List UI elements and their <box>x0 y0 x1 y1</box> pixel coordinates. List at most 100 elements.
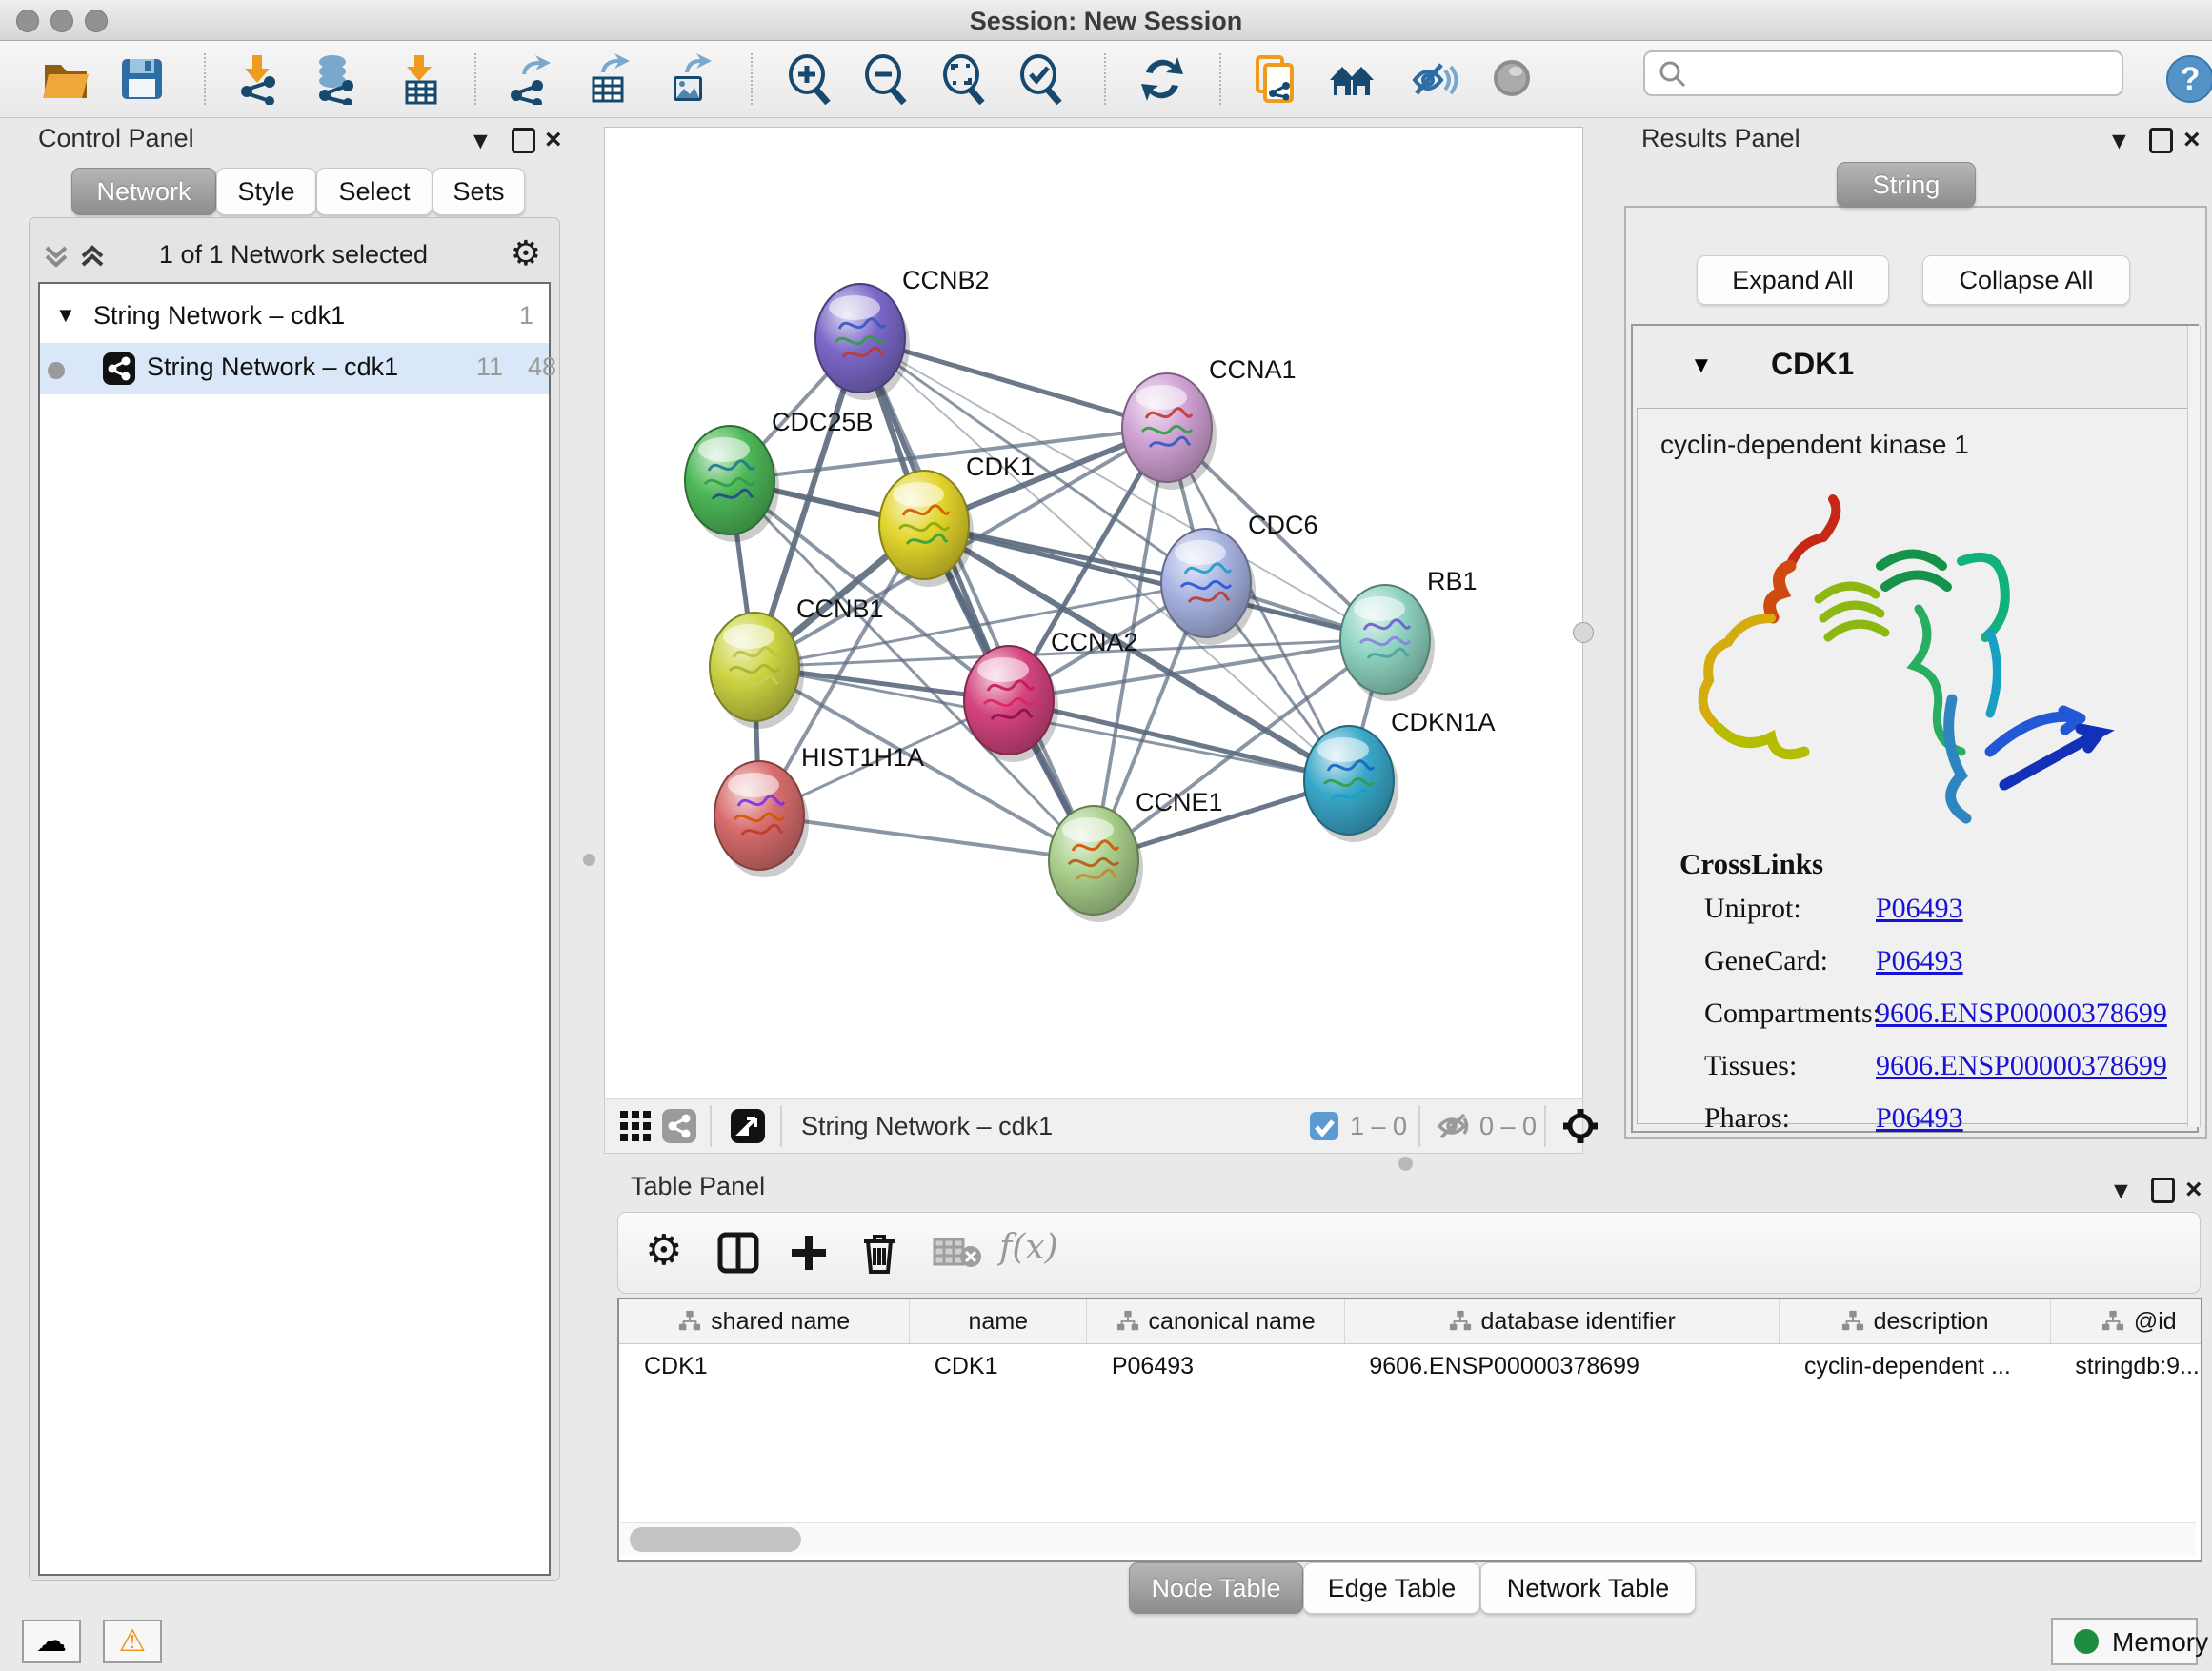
export-table-icon[interactable] <box>584 53 635 105</box>
results-scrollbar[interactable] <box>2187 326 2201 1127</box>
collapse-all-button[interactable]: Collapse All <box>1922 255 2130 305</box>
network-node[interactable]: CCNB2 <box>815 266 990 400</box>
node-label: CCNB2 <box>902 266 990 294</box>
zoom-selected-icon[interactable] <box>1016 53 1067 105</box>
export-image-icon[interactable] <box>664 53 715 105</box>
table-cell[interactable]: 9606.ENSP00000378699 <box>1344 1344 1780 1389</box>
warnings-button[interactable]: ⚠ <box>103 1620 162 1663</box>
protein-detail-box: cyclin-dependent kinase 1 CrossLinks Uni… <box>1637 408 2189 1124</box>
fit-selected-crosshair-icon[interactable] <box>1561 1107 1599 1150</box>
splitter-handle-bottom[interactable] <box>1398 1157 1413 1171</box>
node-label: RB1 <box>1427 567 1478 595</box>
zoom-in-icon[interactable] <box>784 53 835 105</box>
network-graph[interactable]: CCNB2CCNA1CDC25BCDK1CDC6RB1CCNB1CCNA2CDK… <box>605 128 1580 1097</box>
tab-select[interactable]: Select <box>316 168 432 215</box>
table-cell[interactable]: CDK1 <box>910 1344 1087 1389</box>
table-cell[interactable]: stringdb:9... <box>2050 1344 2202 1389</box>
column-header[interactable]: @id <box>2050 1299 2202 1344</box>
results-panel-maximize-icon[interactable] <box>2149 128 2173 153</box>
crosslink-link[interactable]: P06493 <box>1876 893 1963 925</box>
network-view-share-icon[interactable] <box>662 1109 696 1148</box>
protein-name: CDK1 <box>1771 347 1854 382</box>
table-cell[interactable]: CDK1 <box>619 1344 910 1389</box>
network-node[interactable]: CCNE1 <box>1049 788 1223 922</box>
apply-layout-icon[interactable] <box>1136 53 1188 105</box>
crosslink-link[interactable]: P06493 <box>1876 1102 1963 1135</box>
network-node[interactable]: HIST1H1A <box>714 743 924 877</box>
column-header[interactable]: name <box>910 1299 1087 1344</box>
add-column-icon[interactable] <box>788 1232 830 1278</box>
clone-network-icon[interactable] <box>1250 53 1301 105</box>
tab-string[interactable]: String <box>1837 162 1976 208</box>
tab-network-table[interactable]: Network Table <box>1480 1562 1696 1614</box>
control-panel-maximize-icon[interactable] <box>512 128 535 153</box>
column-header[interactable]: shared name <box>619 1299 910 1344</box>
node-label: CDKN1A <box>1391 708 1496 736</box>
birdseye-view-icon[interactable] <box>731 1109 765 1148</box>
open-session-icon[interactable] <box>40 53 91 105</box>
network-edge[interactable] <box>759 815 1094 860</box>
delete-column-icon[interactable] <box>858 1230 900 1280</box>
network-row[interactable]: String Network – cdk1 11 48 <box>40 343 549 394</box>
memory-button[interactable]: Memory <box>2051 1618 2198 1665</box>
table-settings-gear-icon[interactable]: ⚙ <box>645 1226 682 1275</box>
delete-table-icon <box>933 1236 982 1275</box>
tab-node-table[interactable]: Node Table <box>1129 1562 1303 1614</box>
results-panel-close-icon[interactable]: × <box>2183 124 2201 156</box>
network-node[interactable]: CDKN1A <box>1304 708 1496 842</box>
scrollbar-thumb[interactable] <box>630 1527 801 1552</box>
tab-network[interactable]: Network <box>71 168 216 215</box>
hidden-eye-icon[interactable] <box>1436 1111 1472 1146</box>
crosslink-link[interactable]: P06493 <box>1876 945 1963 977</box>
help-icon[interactable]: ? <box>2165 54 2212 109</box>
network-view-toolbar: String Network – cdk1 1 – 0 0 – 0 <box>604 1098 1583 1154</box>
column-header[interactable]: canonical name <box>1087 1299 1345 1344</box>
network-edge[interactable] <box>860 338 1094 860</box>
network-node[interactable]: RB1 <box>1340 567 1478 701</box>
control-panel-close-icon[interactable]: × <box>545 124 562 156</box>
table-panel-float-icon[interactable]: ▼ <box>2109 1178 2133 1205</box>
network-node[interactable]: CDC6 <box>1161 511 1318 645</box>
results-panel-float-icon[interactable]: ▼ <box>2107 128 2131 155</box>
expand-all-button[interactable]: Expand All <box>1697 255 1889 305</box>
cloud-status-button[interactable]: ☁ <box>22 1620 81 1663</box>
collection-expand-icon[interactable]: ▼ <box>55 303 76 328</box>
column-header[interactable]: database identifier <box>1344 1299 1780 1344</box>
tab-sets[interactable]: Sets <box>432 168 525 215</box>
zoom-fit-icon[interactable] <box>938 53 990 105</box>
table-horizontal-scrollbar[interactable] <box>620 1522 2196 1556</box>
crosslink-link[interactable]: 9606.ENSP00000378699 <box>1876 997 2167 1030</box>
selected-nodes-checkbox-icon[interactable] <box>1310 1112 1338 1145</box>
column-header[interactable]: description <box>1780 1299 2050 1344</box>
export-network-icon[interactable] <box>505 53 556 105</box>
import-network-file-icon[interactable] <box>233 53 285 105</box>
show-columns-icon[interactable] <box>717 1232 759 1278</box>
table-row[interactable]: CDK1CDK1P064939606.ENSP00000378699cyclin… <box>619 1344 2202 1389</box>
network-options-gear-icon[interactable]: ⚙ <box>511 234 541 273</box>
crosslink-label: Tissues: <box>1704 1050 1797 1082</box>
zoom-out-icon[interactable] <box>860 53 912 105</box>
control-panel-float-icon[interactable]: ▼ <box>469 128 493 155</box>
splitter-handle-left[interactable] <box>583 854 595 866</box>
table-cell[interactable]: cyclin-dependent ... <box>1780 1344 2050 1389</box>
search-input[interactable] <box>1643 50 2123 96</box>
network-collection-row[interactable]: ▼ String Network – cdk1 1 <box>40 292 549 343</box>
tab-edge-table[interactable]: Edge Table <box>1303 1562 1480 1614</box>
hide-glasses-icon[interactable] <box>1407 53 1458 105</box>
protein-collapse-icon[interactable]: ▼ <box>1690 352 1713 379</box>
grid-view-icon[interactable] <box>618 1109 653 1148</box>
app-window: Session: New Session <box>0 0 2212 1671</box>
network-canvas[interactable]: CCNB2CCNA1CDC25BCDK1CDC6RB1CCNB1CCNA2CDK… <box>604 127 1583 1100</box>
crosslink-link[interactable]: 9606.ENSP00000378699 <box>1876 1050 2167 1082</box>
tab-style[interactable]: Style <box>216 168 316 215</box>
table-panel-maximize-icon[interactable] <box>2151 1178 2175 1203</box>
panel-resize-handle[interactable] <box>1573 622 1594 643</box>
import-network-database-icon[interactable] <box>310 53 361 105</box>
node-label: CDC6 <box>1248 511 1318 539</box>
node-label: CDK1 <box>966 453 1035 481</box>
import-table-file-icon[interactable] <box>395 53 447 105</box>
save-session-icon[interactable] <box>116 53 168 105</box>
table-panel-close-icon[interactable]: × <box>2185 1174 2202 1206</box>
table-cell[interactable]: P06493 <box>1087 1344 1345 1389</box>
home-databases-icon[interactable] <box>1326 53 1377 105</box>
